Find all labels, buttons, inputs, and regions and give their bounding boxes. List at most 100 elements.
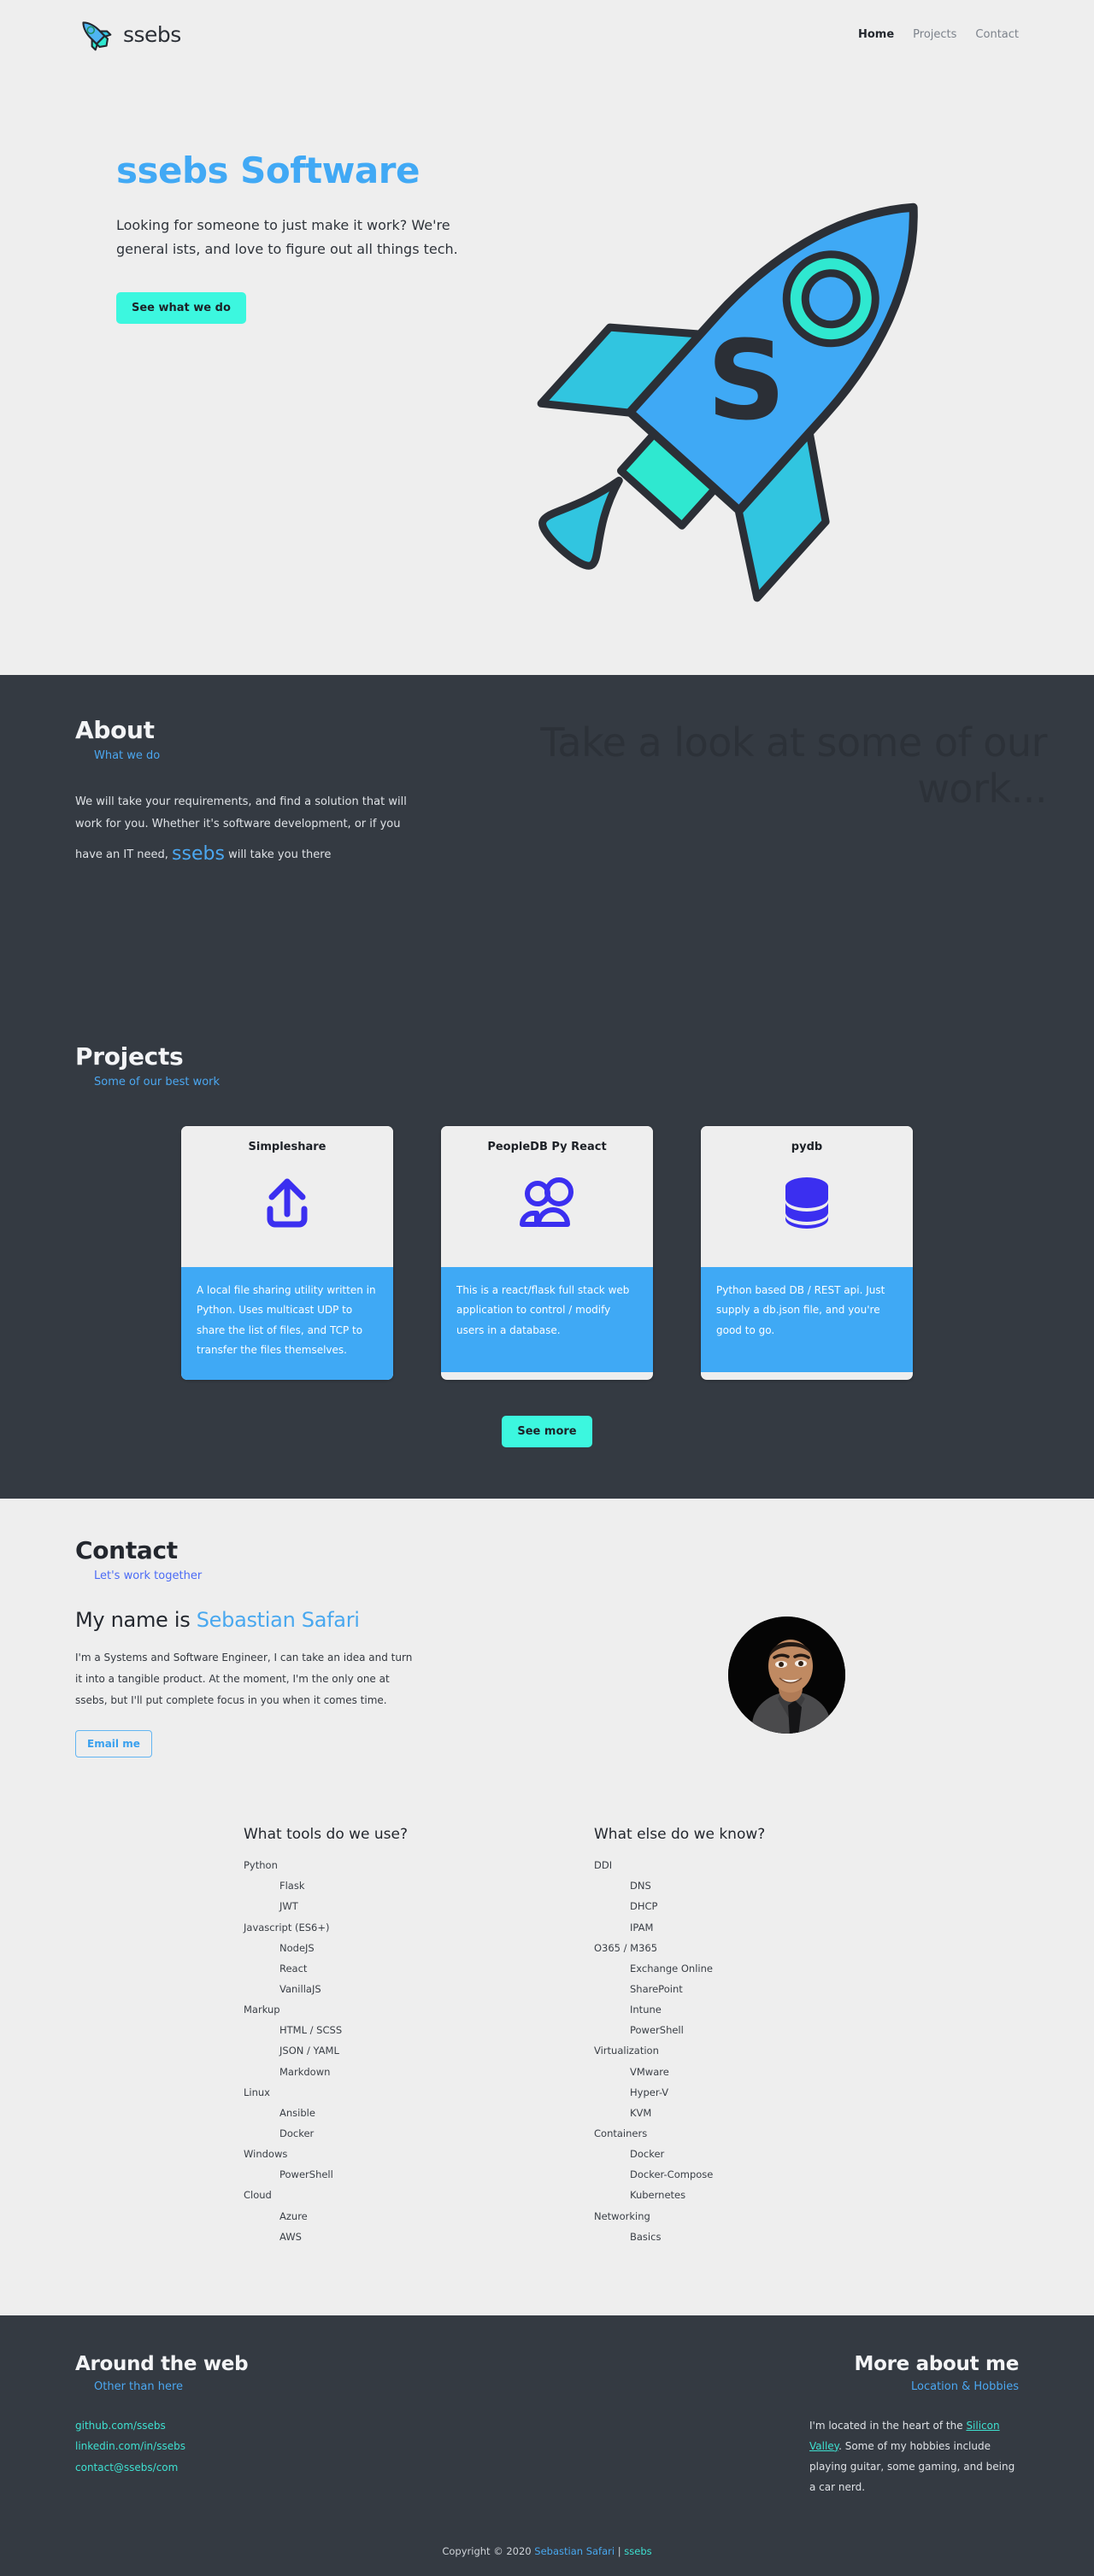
skill-item: Docker-Compose bbox=[630, 2168, 714, 2181]
about-body-part2: will take you there bbox=[228, 848, 332, 861]
skill-group-name: Markup bbox=[244, 2004, 280, 2016]
email-me-button[interactable]: Email me bbox=[75, 1730, 152, 1758]
skill-item: Docker bbox=[630, 2148, 665, 2161]
copyright-separator: | bbox=[615, 2544, 625, 2557]
skill-item: AWS bbox=[279, 2230, 302, 2243]
main-nav: Home Projects Contact bbox=[858, 28, 1019, 41]
footer-about-after: . Some of my hobbies include playing gui… bbox=[809, 2439, 1015, 2493]
about-section: Take a look at some of our work... About… bbox=[0, 675, 1094, 1008]
site-footer: Around the web Other than here github.co… bbox=[0, 2315, 1094, 2576]
footer-about-before: I'm located in the heart of the bbox=[809, 2419, 967, 2432]
contact-name-heading: My name is Sebastian Safari bbox=[75, 1608, 528, 1632]
skill-item: JWT bbox=[279, 1900, 298, 1913]
project-card-top: PeopleDB Py React bbox=[441, 1126, 653, 1267]
skill-item: IPAM bbox=[630, 1921, 654, 1933]
skills-tools-list: Python Flask JWT Javascript (ES6+) NodeJ… bbox=[244, 1855, 500, 2247]
hero-section: ssebs Home Projects Contact S ssebs Soft… bbox=[0, 0, 1094, 675]
skill-group-name: Linux bbox=[244, 2086, 270, 2098]
footer-about-title: More about me bbox=[854, 2352, 1020, 2375]
project-card-description: A local file sharing utility written in … bbox=[181, 1267, 393, 1380]
people-icon bbox=[450, 1164, 644, 1242]
rocket-illustration: S bbox=[496, 85, 1043, 649]
skills-column-knowledge: What else do we know? DDI DNS DHCP IPAM … bbox=[594, 1826, 850, 2247]
project-card[interactable]: pydb Python based DB / REST api. Just su… bbox=[701, 1126, 913, 1380]
footer-web-title: Around the web bbox=[75, 2352, 249, 2375]
skill-item: Basics bbox=[630, 2230, 662, 2243]
skill-item: JSON / YAML bbox=[279, 2045, 339, 2057]
contact-name-prefix: My name is bbox=[75, 1607, 197, 1632]
brand-name: ssebs bbox=[123, 21, 181, 47]
skill-item: Hyper-V bbox=[630, 2086, 669, 2098]
rocket-letter: S bbox=[707, 318, 785, 445]
site-header: ssebs Home Projects Contact bbox=[0, 0, 1094, 68]
skills-tools-heading: What tools do we use? bbox=[244, 1826, 408, 1844]
projects-subtitle: Some of our best work bbox=[94, 1076, 221, 1088]
contact-person-name: Sebastian Safari bbox=[196, 1607, 360, 1632]
skill-item: Intune bbox=[630, 2004, 662, 2016]
skill-item: Kubernetes bbox=[630, 2189, 686, 2202]
skill-item: SharePoint bbox=[630, 1982, 683, 1995]
upload-icon bbox=[190, 1164, 385, 1242]
about-subtitle: What we do bbox=[94, 749, 161, 762]
skill-item: VanillaJS bbox=[279, 1982, 321, 1995]
project-card-list: Simpleshare A local file sharing utility… bbox=[75, 1126, 1019, 1380]
skill-item: Azure bbox=[279, 2209, 308, 2222]
skill-group-name: Python bbox=[244, 1859, 278, 1872]
footer-column-web: Around the web Other than here github.co… bbox=[75, 2353, 357, 2497]
projects-section: Projects Some of our best work Simplesha… bbox=[0, 1008, 1094, 1499]
skill-group-name: Cloud bbox=[244, 2189, 272, 2202]
skills-column-tools: What tools do we use? Python Flask JWT J… bbox=[244, 1826, 500, 2247]
project-card-title: PeopleDB Py React bbox=[487, 1141, 607, 1153]
database-icon bbox=[709, 1164, 904, 1242]
skill-group-name: Windows bbox=[244, 2148, 288, 2161]
skills-section: What tools do we use? Python Flask JWT J… bbox=[75, 1757, 1019, 2315]
skill-item: DNS bbox=[630, 1880, 651, 1892]
nav-item-projects[interactable]: Projects bbox=[913, 28, 956, 41]
skill-item: Ansible bbox=[279, 2106, 315, 2119]
skill-item: React bbox=[279, 1962, 308, 1975]
copyright-bar: Copyright © 2020 Sebastian Safari | sseb… bbox=[75, 2545, 1019, 2576]
skill-item: Markdown bbox=[279, 2065, 331, 2078]
skill-item: VMware bbox=[630, 2065, 669, 2078]
footer-link-list: github.com/ssebs linkedin.com/in/ssebs c… bbox=[75, 2415, 357, 2479]
brand-logo[interactable]: ssebs bbox=[75, 15, 181, 54]
skill-item: KVM bbox=[630, 2106, 652, 2119]
contact-section: Contact Let's work together My name is S… bbox=[0, 1498, 1094, 2315]
project-card[interactable]: PeopleDB Py React This is a react/flask … bbox=[441, 1126, 653, 1380]
copyright-prefix: Copyright © 2020 bbox=[442, 2544, 535, 2557]
project-card-title: pydb bbox=[791, 1141, 823, 1153]
page-title: ssebs Software bbox=[116, 150, 420, 191]
nav-item-home[interactable]: Home bbox=[858, 28, 894, 41]
skill-item: DHCP bbox=[630, 1900, 658, 1913]
project-card-top: Simpleshare bbox=[181, 1126, 393, 1267]
footer-about-subtitle: Location & Hobbies bbox=[910, 2379, 1019, 2393]
footer-link-linkedin[interactable]: linkedin.com/in/ssebs bbox=[75, 2436, 357, 2457]
projects-title: Projects bbox=[75, 1042, 184, 1071]
footer-about-text: I'm located in the heart of the Silicon … bbox=[809, 2415, 1019, 2497]
skill-group-name: Networking bbox=[594, 2209, 650, 2222]
skill-item: HTML / SCSS bbox=[279, 2024, 343, 2037]
skills-knowledge-list: DDI DNS DHCP IPAM O365 / M365 Exchange O… bbox=[594, 1855, 850, 2247]
footer-link-email[interactable]: contact@ssebs/com bbox=[75, 2457, 357, 2479]
contact-title: Contact bbox=[75, 1535, 178, 1564]
hero-paragraph: Looking for someone to just make it work… bbox=[116, 217, 458, 257]
nav-item-contact[interactable]: Contact bbox=[975, 28, 1019, 41]
copyright-name-link[interactable]: Sebastian Safari bbox=[534, 2545, 615, 2557]
footer-link-github[interactable]: github.com/ssebs bbox=[75, 2415, 357, 2437]
project-card-description: Python based DB / REST api. Just supply … bbox=[701, 1267, 913, 1372]
about-body-accent: ssebs bbox=[172, 843, 225, 865]
see-what-we-do-button[interactable]: See what we do bbox=[116, 292, 246, 324]
contact-paragraph: I'm a Systems and Software Engineer, I c… bbox=[75, 1651, 413, 1706]
skills-knowledge-heading: What else do we know? bbox=[594, 1826, 766, 1844]
project-card[interactable]: Simpleshare A local file sharing utility… bbox=[181, 1126, 393, 1380]
see-more-button[interactable]: See more bbox=[502, 1415, 592, 1447]
copyright-brand-link[interactable]: ssebs bbox=[624, 2545, 651, 2557]
skill-group-name: Javascript (ES6+) bbox=[244, 1921, 330, 1933]
contact-subtitle: Let's work together bbox=[94, 1569, 203, 1582]
project-card-title: Simpleshare bbox=[248, 1141, 326, 1153]
footer-column-about: More about me Location & Hobbies I'm loc… bbox=[737, 2353, 1019, 2497]
skill-item: Flask bbox=[279, 1880, 305, 1892]
dark-section: Take a look at some of our work... About… bbox=[0, 675, 1094, 1499]
footer-web-subtitle: Other than here bbox=[94, 2379, 184, 2393]
about-body: We will take your requirements, and find… bbox=[75, 791, 417, 873]
